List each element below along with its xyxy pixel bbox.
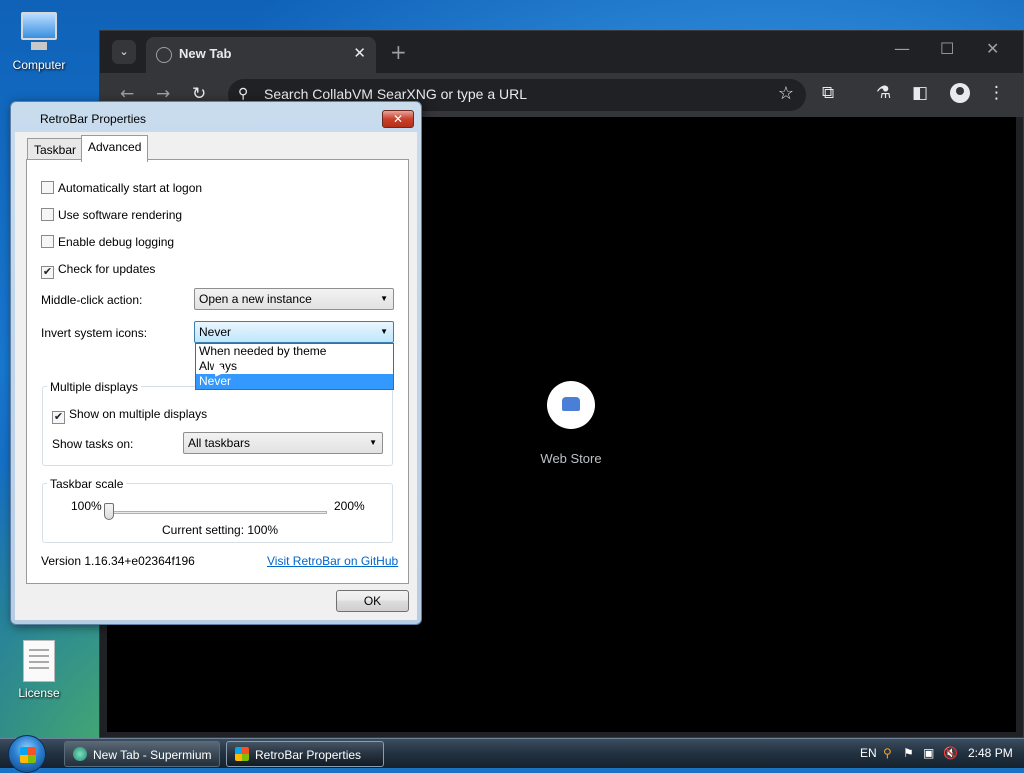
checkbox-debug-logging[interactable]: Enable debug logging — [41, 235, 174, 251]
desktop-icon-label: Computer — [12, 58, 66, 72]
checkmark-icon: ✔ — [41, 266, 54, 279]
minimize-icon: — — [894, 39, 910, 58]
chevron-down-icon: ▼ — [380, 327, 388, 336]
desktop-icon-label: License — [18, 686, 60, 700]
taskbar-button-retrobar[interactable]: RetroBar Properties — [226, 741, 384, 767]
github-link[interactable]: Visit RetroBar on GitHub — [267, 554, 398, 568]
tab-new-tab[interactable]: New Tab ✕ — [146, 37, 376, 73]
dialog-title: RetroBar Properties — [40, 112, 147, 126]
desktop-icon-license[interactable]: License — [1, 640, 77, 700]
checkbox-box — [41, 235, 54, 248]
combo-value: Never — [199, 325, 232, 339]
checkbox-auto-start[interactable]: Automatically start at logon — [41, 181, 202, 197]
new-tab-button[interactable]: + — [390, 40, 407, 64]
checkbox-label: Automatically start at logon — [58, 181, 203, 195]
middle-click-combo[interactable]: Open a new instance ▼ — [194, 288, 394, 310]
scale-slider-thumb[interactable] — [104, 503, 114, 520]
address-placeholder: Search CollabVM SearXNG or type a URL — [264, 86, 527, 102]
tab-title: New Tab — [179, 46, 232, 61]
chevron-down-icon: ▼ — [380, 294, 388, 303]
tab-search-button[interactable]: ⌄ — [112, 40, 136, 64]
checkbox-box — [41, 208, 54, 221]
scale-current-setting: Current setting: 100% — [162, 523, 279, 537]
computer-icon — [17, 10, 61, 54]
windows-logo-icon — [20, 747, 36, 763]
group-title: Taskbar scale — [47, 477, 127, 491]
scale-slider-track[interactable] — [111, 511, 327, 514]
language-indicator[interactable]: EN — [860, 746, 877, 760]
checkbox-label: Show on multiple displays — [69, 407, 208, 421]
tab-strip: ⌄ New Tab ✕ + — ☐ ✕ — [100, 31, 1023, 73]
retrobar-properties-dialog: RetroBar Properties ✕ Taskbar Advanced A… — [10, 101, 422, 625]
profile-avatar-icon[interactable] — [950, 83, 970, 103]
minimize-button[interactable]: — — [894, 39, 910, 58]
desktop-icon-computer[interactable]: Computer — [1, 10, 77, 72]
version-text: Version 1.16.34+e02364f196 — [41, 554, 195, 568]
shortcut-web-store[interactable]: Web Store — [521, 381, 621, 466]
volume-muted-icon[interactable]: 🔇 — [943, 746, 958, 760]
scale-min-label: 100% — [71, 499, 102, 513]
option-never[interactable]: Never — [196, 374, 393, 389]
checkbox-label: Check for updates — [58, 262, 156, 276]
action-center-flag-icon[interactable]: ⚑ — [903, 746, 914, 760]
globe-icon — [156, 47, 172, 63]
advanced-panel: Automatically start at logon Use softwar… — [26, 159, 409, 584]
checkbox-label: Enable debug logging — [58, 235, 175, 249]
scale-max-label: 200% — [334, 499, 365, 513]
chevron-down-icon: ⌄ — [119, 45, 129, 58]
shortcut-label: Web Store — [540, 451, 602, 466]
taskbar-button-label: New Tab - Supermium — [93, 748, 212, 762]
group-title: Multiple displays — [47, 380, 142, 394]
start-button[interactable] — [8, 735, 46, 773]
show-tasks-label: Show tasks on: — [52, 437, 134, 451]
labs-flask-icon[interactable]: ⚗ — [876, 83, 891, 103]
plus-icon: + — [390, 40, 407, 64]
network-icon[interactable]: ▣ — [923, 746, 934, 760]
option-when-needed[interactable]: When needed by theme — [196, 344, 393, 359]
maximize-icon: ☐ — [940, 39, 955, 58]
checkbox-box — [41, 181, 54, 194]
taskbar-button-browser[interactable]: New Tab - Supermium — [64, 741, 220, 767]
chevron-down-icon: ▼ — [369, 438, 377, 447]
dialog-close-button[interactable]: ✕ — [382, 110, 414, 128]
search-icon[interactable]: ⚲ — [883, 746, 892, 760]
combo-value: Open a new instance — [199, 292, 312, 306]
browser-icon — [73, 747, 87, 761]
close-window-button[interactable]: ✕ — [986, 39, 999, 58]
clock[interactable]: 2:48 PM — [968, 746, 1013, 760]
taskbar-button-label: RetroBar Properties — [255, 748, 362, 762]
checkbox-check-updates[interactable]: ✔ Check for updates — [41, 262, 156, 279]
close-icon: ✕ — [986, 39, 1000, 58]
side-panel-icon[interactable]: ◧ — [912, 83, 928, 103]
tab-advanced[interactable]: Advanced — [81, 135, 149, 162]
close-icon[interactable]: ✕ — [353, 44, 366, 62]
close-icon: ✕ — [392, 112, 404, 126]
multiple-displays-group — [42, 386, 393, 466]
ok-button[interactable]: OK — [336, 590, 409, 612]
checkbox-software-rendering[interactable]: Use software rendering — [41, 208, 182, 224]
dialog-body: Taskbar Advanced Automatically start at … — [15, 132, 417, 620]
invert-icons-dropdown-list: When needed by theme Always Never — [195, 343, 394, 390]
invert-icons-label: Invert system icons: — [41, 326, 148, 340]
maximize-button[interactable]: ☐ — [940, 39, 954, 58]
document-icon — [23, 640, 55, 682]
combo-value: All taskbars — [188, 436, 251, 450]
middle-click-label: Middle-click action: — [41, 293, 143, 307]
checkbox-label: Use software rendering — [58, 208, 183, 222]
bookmark-star-icon[interactable]: ☆ — [778, 83, 794, 104]
invert-icons-combo[interactable]: Never ▼ — [194, 321, 394, 343]
extensions-icon[interactable]: ⧉ — [822, 83, 834, 103]
retrobar-icon — [235, 747, 249, 761]
search-icon: ⚲ — [238, 85, 249, 101]
checkbox-show-multiple-displays[interactable]: ✔ Show on multiple displays — [52, 407, 208, 424]
menu-kebab-icon[interactable]: ⋮ — [988, 83, 1005, 103]
checkmark-icon: ✔ — [52, 411, 65, 424]
tab-taskbar[interactable]: Taskbar — [27, 138, 84, 161]
show-tasks-combo[interactable]: All taskbars ▼ — [183, 432, 383, 454]
taskbar: New Tab - Supermium RetroBar Properties … — [0, 735, 1024, 773]
web-store-icon — [547, 381, 595, 429]
